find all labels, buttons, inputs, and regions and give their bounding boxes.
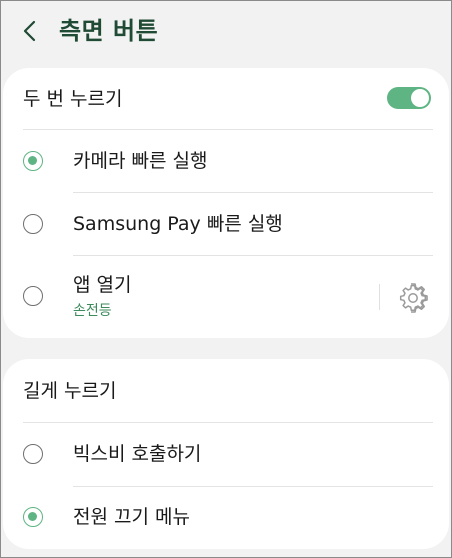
radio-open-app[interactable] [23,286,43,306]
option-quick-launch-camera[interactable]: 카메라 빠른 실행 [3,130,449,193]
selected-app-label: 손전등 [73,303,112,319]
section-title-long-press: 길게 누르기 [23,380,117,402]
side-button-settings-screen: 측면 버튼 두 번 누르기 카메라 빠른 실행 Samsung Pay 빠른 실… [0,0,452,558]
gear-icon [399,283,428,313]
app-bar: 측면 버튼 [1,1,451,63]
page-title: 측면 버튼 [59,17,159,45]
long-press-card: 길게 누르기 빅스비 호출하기 전원 끄기 메뉴 [3,359,449,549]
option-quick-launch-samsung-pay[interactable]: Samsung Pay 빠른 실행 [3,193,449,256]
radio-call-bixby[interactable] [23,444,43,464]
radio-power-off-menu[interactable] [23,507,43,527]
double-press-toggle-row[interactable]: 두 번 누르기 [3,68,449,130]
chevron-left-icon [23,20,36,42]
option-label: 카메라 빠른 실행 [73,150,208,172]
option-power-off-menu[interactable]: 전원 끄기 메뉴 [3,487,449,549]
section-title-double-press: 두 번 누르기 [23,88,123,110]
radio-quick-launch-camera[interactable] [23,151,43,171]
double-press-card: 두 번 누르기 카메라 빠른 실행 Samsung Pay 빠른 실행 앱 열기… [3,68,449,338]
vertical-divider [379,284,380,310]
back-button[interactable] [14,15,46,47]
option-label: 빅스비 호출하기 [73,443,202,465]
radio-quick-launch-samsung-pay[interactable] [23,214,43,234]
option-open-app[interactable]: 앱 열기 손전등 [3,256,449,338]
open-app-settings-button[interactable] [398,283,428,313]
option-label: 전원 끄기 메뉴 [73,506,190,528]
switch-knob [410,88,430,108]
double-press-switch[interactable] [387,87,431,109]
option-call-bixby[interactable]: 빅스비 호출하기 [3,423,449,486]
option-label: Samsung Pay 빠른 실행 [73,213,283,235]
long-press-header-row: 길게 누르기 [3,359,449,422]
option-label: 앱 열기 [73,274,132,296]
